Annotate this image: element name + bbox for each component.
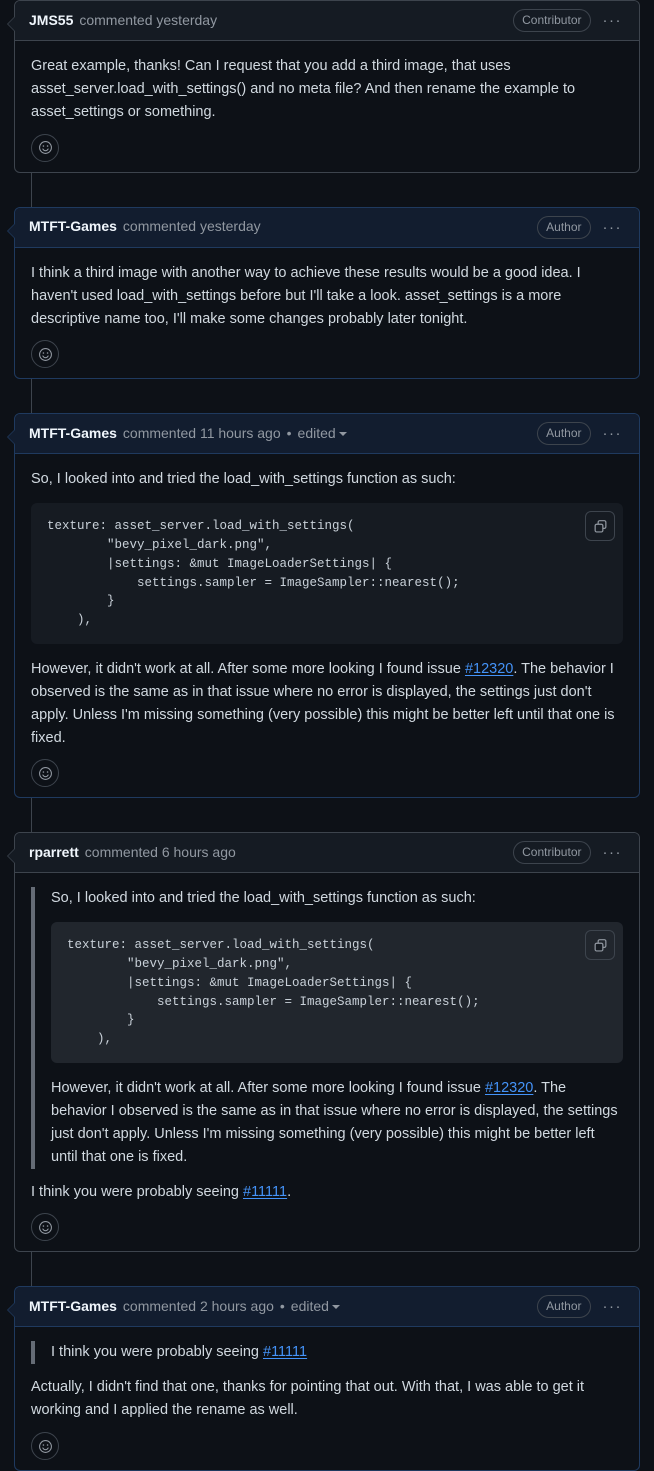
issue-link[interactable]: #12320 bbox=[485, 1080, 533, 1096]
comment-body: I think you were probably seeing #11111 A… bbox=[15, 1327, 639, 1470]
add-reaction-button[interactable] bbox=[31, 1213, 59, 1242]
comment-mtft-games-4: MTFT-Games commented 2 hours ago • edited Au… bbox=[7, 1286, 640, 1471]
add-reaction-button[interactable] bbox=[31, 1432, 59, 1461]
comment-paragraph: I think you were probably seeing #11111 bbox=[51, 1344, 308, 1361]
comment-jms55-0: JMS55 commented yesterday Contributor ··· Gr… bbox=[7, 0, 640, 173]
copy-icon-button[interactable] bbox=[585, 511, 615, 542]
comment-actions-kebab-icon[interactable]: ··· bbox=[597, 1299, 626, 1314]
quoted-block: I think you were probably seeing #11111 bbox=[31, 1341, 623, 1365]
comment-mtft-games-2: MTFT-Games commented 11 hours ago • edited A… bbox=[7, 413, 640, 799]
comment-header: MTFT-Games commented 2 hours ago • edited Au… bbox=[15, 1287, 639, 1328]
add-reaction-button[interactable] bbox=[31, 340, 59, 369]
comment-actions-kebab-icon[interactable]: ··· bbox=[597, 220, 626, 235]
comment-rparrett-3: rparrett commented 6 hours ago Contributor… bbox=[7, 832, 640, 1253]
comment-paragraph: However, it didn't work at all. After so… bbox=[31, 660, 615, 746]
comment-author-link[interactable]: MTFT-Games bbox=[29, 216, 117, 238]
comment-paragraph: However, it didn't work at all. After so… bbox=[51, 1079, 618, 1165]
add-reaction-button[interactable] bbox=[31, 133, 59, 162]
comment-body: I think a third image with another way t… bbox=[15, 248, 639, 379]
timeline-item: MTFT-Games commented yesterday Author ··· I … bbox=[7, 206, 640, 380]
comment-author-link[interactable]: rparrett bbox=[29, 842, 79, 864]
copy-icon-button[interactable] bbox=[585, 930, 615, 961]
comment-header: rparrett commented 6 hours ago Contributor… bbox=[15, 833, 639, 874]
code-text: texture: asset_server.load_with_settings… bbox=[67, 938, 480, 1047]
comment-paragraph: Actually, I didn't find that one, thanks… bbox=[31, 1379, 585, 1419]
role-badge-author[interactable]: Author bbox=[537, 422, 591, 446]
code-text: texture: asset_server.load_with_settings… bbox=[47, 519, 460, 628]
comment-author-link[interactable]: JMS55 bbox=[29, 10, 73, 32]
comment-timestamp: commented 11 hours ago bbox=[122, 425, 281, 442]
comment-meta-separator: • bbox=[286, 425, 292, 442]
role-badge-author[interactable]: Author bbox=[537, 1295, 591, 1319]
comment-meta-separator: • bbox=[279, 1298, 285, 1315]
comment-body: Great example, thanks! Can I request tha… bbox=[15, 41, 639, 172]
comment-body: So, I looked into and tried the load_wit… bbox=[15, 454, 639, 797]
add-reaction-button[interactable] bbox=[31, 759, 59, 788]
role-badge-contributor[interactable]: Contributor bbox=[513, 9, 591, 32]
comment-mtft-games-1: MTFT-Games commented yesterday Author ··· I … bbox=[7, 206, 640, 380]
timeline-item: MTFT-Games commented 11 hours ago • edited A… bbox=[7, 413, 640, 799]
role-badge-contributor[interactable]: Contributor bbox=[513, 841, 591, 865]
comment-actions-kebab-icon[interactable]: ··· bbox=[597, 13, 626, 28]
comment-timestamp: commented 2 hours ago bbox=[122, 1298, 274, 1315]
comment-paragraph: So, I looked into and tried the load_wit… bbox=[31, 471, 456, 488]
edited-dropdown[interactable]: edited bbox=[291, 1296, 340, 1318]
timeline-item: rparrett commented 6 hours ago Contributor… bbox=[7, 832, 640, 1253]
issue-link[interactable]: #12320 bbox=[465, 661, 513, 677]
comment-paragraph: So, I looked into and tried the load_wit… bbox=[51, 890, 476, 907]
comment-body: So, I looked into and tried the load_wit… bbox=[15, 873, 639, 1251]
chevron-down-icon bbox=[338, 432, 347, 437]
quoted-block: So, I looked into and tried the load_wit… bbox=[31, 887, 623, 1169]
role-badge-author[interactable]: Author bbox=[537, 215, 591, 239]
timeline-item: JMS55 commented yesterday Contributor ··· Gr… bbox=[7, 0, 640, 173]
edited-dropdown[interactable]: edited bbox=[298, 423, 347, 445]
comment-paragraph: I think you were probably seeing #11111. bbox=[31, 1183, 292, 1200]
issue-comment-thread: JMS55 commented yesterday Contributor ··· Gr… bbox=[0, 0, 654, 1471]
comment-timestamp: commented yesterday bbox=[122, 218, 261, 235]
issue-link[interactable]: #11111 bbox=[263, 1344, 307, 1360]
comment-header: JMS55 commented yesterday Contributor ··· bbox=[15, 1, 639, 41]
comment-paragraph: I think a third image with another way t… bbox=[31, 264, 581, 327]
comment-header: MTFT-Games commented 11 hours ago • edited A… bbox=[15, 414, 639, 455]
comment-actions-kebab-icon[interactable]: ··· bbox=[597, 426, 626, 441]
issue-link[interactable]: #11111 bbox=[243, 1184, 287, 1200]
comment-paragraph: Great example, thanks! Can I request tha… bbox=[31, 58, 576, 120]
comment-timestamp: commented yesterday bbox=[79, 11, 218, 28]
comment-actions-kebab-icon[interactable]: ··· bbox=[597, 845, 626, 860]
comment-author-link[interactable]: MTFT-Games bbox=[29, 423, 117, 445]
chevron-down-icon bbox=[331, 1305, 340, 1310]
code-block-0-1: texture: asset_server.load_with_settings… bbox=[51, 922, 623, 1063]
timeline-item: MTFT-Games commented 2 hours ago • edited Au… bbox=[7, 1286, 640, 1471]
comment-author-link[interactable]: MTFT-Games bbox=[29, 1296, 117, 1318]
code-block-1: texture: asset_server.load_with_settings… bbox=[31, 503, 623, 644]
comment-timestamp: commented 6 hours ago bbox=[84, 844, 236, 861]
comment-header: MTFT-Games commented yesterday Author ··· bbox=[15, 207, 639, 248]
